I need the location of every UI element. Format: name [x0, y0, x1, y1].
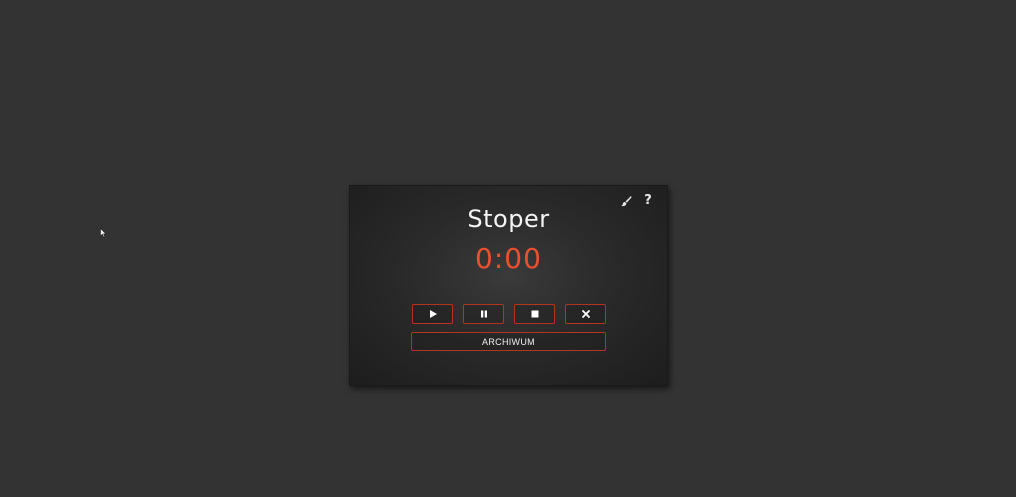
start-button[interactable] — [412, 304, 453, 324]
archive-button[interactable]: ARCHIWUM — [411, 332, 606, 351]
stopwatch-panel: ? Stoper 0:00 ARCHIWUM — [349, 185, 668, 386]
reset-button[interactable] — [565, 304, 606, 324]
page-title: Stoper — [467, 205, 550, 233]
close-icon — [581, 310, 590, 318]
play-icon — [429, 310, 437, 318]
stop-button[interactable] — [514, 304, 555, 324]
time-display: 0:00 — [475, 242, 542, 275]
mouse-cursor-icon — [100, 228, 107, 238]
control-buttons — [412, 304, 606, 324]
pause-icon — [480, 310, 487, 318]
pause-button[interactable] — [463, 304, 504, 324]
stop-icon — [531, 310, 538, 318]
